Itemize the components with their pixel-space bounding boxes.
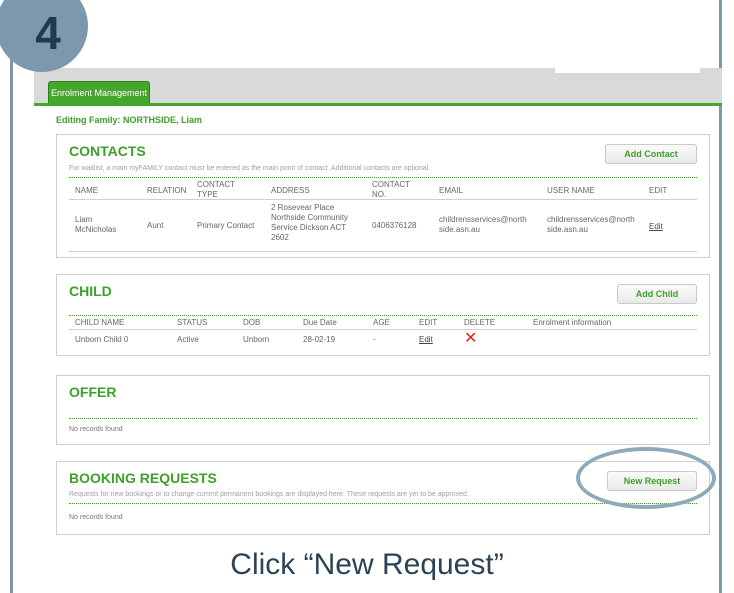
child-dob: Unborn (243, 335, 270, 344)
booking-note: Requests for new bookings or to change c… (69, 491, 469, 498)
col-header-relation: RELATION (147, 186, 187, 195)
offer-divider (69, 418, 697, 419)
col-header-contact-no: CONTACT NO. (372, 180, 410, 199)
contacts-divider (69, 177, 697, 178)
col-header-delete: DELETE (464, 318, 496, 327)
col-header-email: EMAIL (439, 186, 464, 195)
col-header-status: STATUS (177, 318, 208, 327)
offer-panel: OFFER No records found (56, 375, 710, 445)
contact-phone: 0406376128 (372, 221, 417, 230)
booking-requests-title: BOOKING REQUESTS (69, 470, 217, 486)
tab-enrolment-management[interactable]: Enrolment Management (48, 81, 150, 103)
contact-name: Liam McNicholas (75, 215, 117, 234)
child-edit-link[interactable]: Edit (419, 335, 433, 345)
col-header-dob: DOB (243, 318, 261, 327)
col-header-child-edit: EDIT (419, 318, 438, 327)
col-header-address: ADDRESS (271, 186, 310, 195)
contact-email: childrensservices@northside.asn.au (439, 215, 527, 234)
child-panel: CHILD Add Child CHILD NAME STATUS DOB Du… (56, 274, 710, 356)
contacts-header-line (69, 199, 697, 200)
col-header-child-name: CHILD NAME (75, 318, 125, 327)
child-divider (69, 315, 697, 316)
instruction-caption: Click “New Request” (230, 548, 504, 581)
offer-empty-message: No records found (69, 426, 123, 433)
col-header-due-date: Due Date (303, 318, 337, 327)
contact-type: Primary Contact (197, 221, 255, 230)
add-child-button[interactable]: Add Child (617, 284, 697, 304)
new-request-button[interactable]: New Request (607, 471, 697, 491)
add-contact-button[interactable]: Add Contact (605, 144, 697, 164)
header-search-area (555, 68, 700, 73)
child-age: - (373, 335, 376, 344)
col-header-contact-type: CONTACT TYPE (197, 180, 235, 199)
child-name: Unborn Child 0 (75, 335, 129, 344)
col-header-age: AGE (373, 318, 390, 327)
contacts-note: For waitlist, a main myFAMILY contact mu… (69, 165, 431, 172)
offer-title: OFFER (69, 384, 117, 400)
col-header-user-name: USER NAME (547, 186, 595, 195)
close-x-icon[interactable]: ✕ (464, 331, 477, 347)
contacts-row-line (69, 251, 697, 252)
child-header-line (69, 329, 697, 330)
editing-family-heading: Editing Family: NORTHSIDE, Liam (56, 115, 203, 125)
child-status: Active (177, 335, 199, 344)
contact-user-name: childrensservices@northside.asn.au (547, 215, 635, 234)
booking-empty-message: No records found (69, 514, 123, 521)
col-header-edit: EDIT (649, 186, 668, 195)
booking-divider (69, 503, 697, 504)
contact-edit-link[interactable]: Edit (649, 222, 663, 232)
tab-underline (34, 103, 722, 106)
contact-address: 2 Rosevear Place Northside Community Ser… (271, 203, 348, 242)
booking-requests-panel: BOOKING REQUESTS New Request Requests fo… (56, 461, 710, 535)
child-due-date: 28-02-19 (303, 335, 336, 344)
contact-relation: Aunt (147, 221, 164, 230)
col-header-name: NAME (75, 186, 99, 195)
contacts-panel: CONTACTS Add Contact For waitlist, a mai… (56, 134, 710, 258)
contacts-title: CONTACTS (69, 143, 146, 159)
col-header-enrolment-info: Enrolment information (533, 318, 612, 327)
child-title: CHILD (69, 283, 112, 299)
